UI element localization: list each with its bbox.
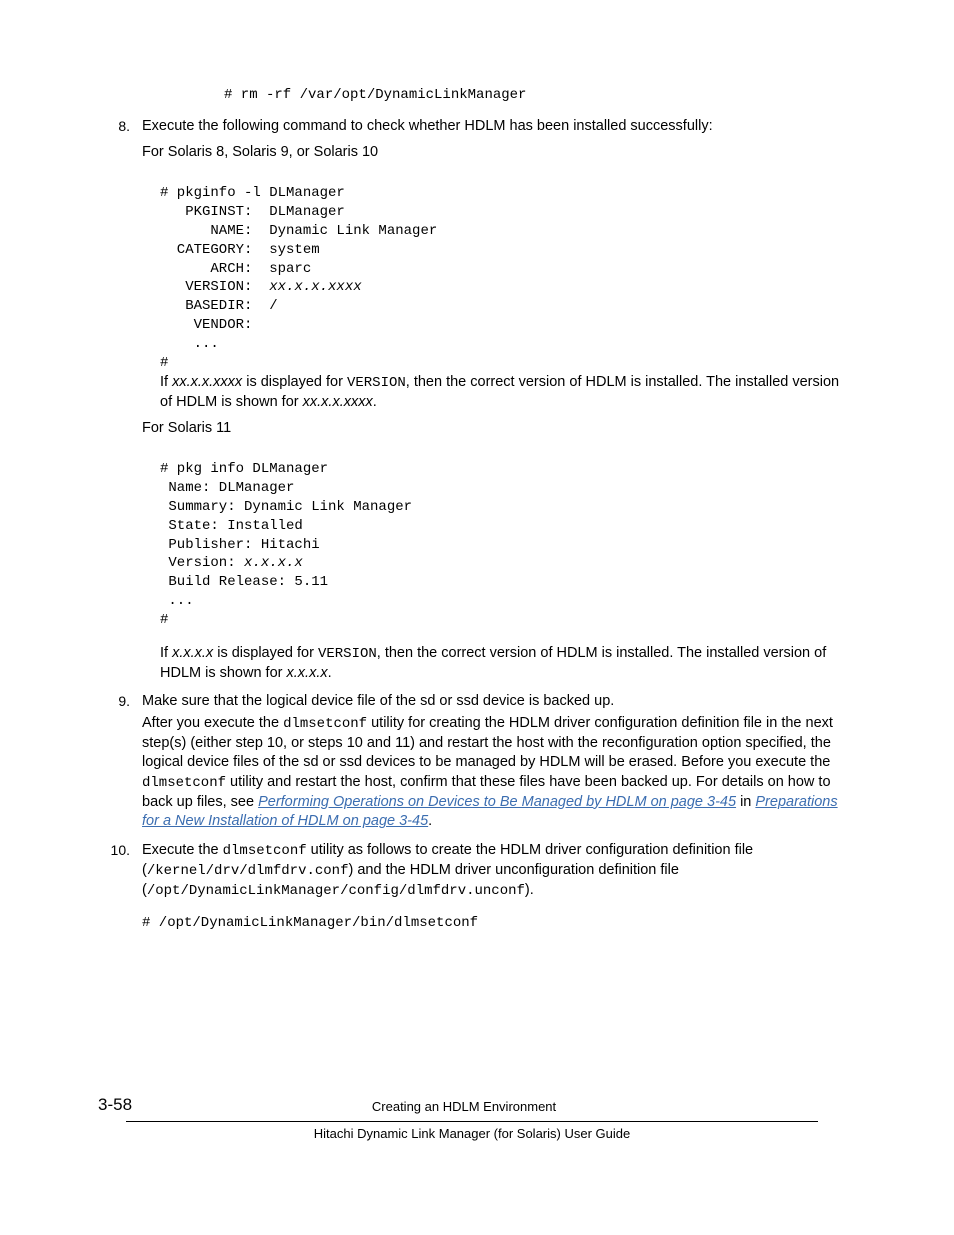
step-8-para11: If x.x.x.x is displayed for VERSION, the… <box>160 644 846 683</box>
step-9-body: Make sure that the logical device file o… <box>142 692 846 839</box>
link-performing-operations[interactable]: Performing Operations on Devices to Be M… <box>258 794 736 810</box>
page-number: 3-58 <box>98 1094 132 1117</box>
footer-divider <box>126 1121 818 1122</box>
step-9-number: 9. <box>98 692 142 839</box>
for-solaris-10-label: For Solaris 8, Solaris 9, or Solaris 10 <box>142 143 846 163</box>
footer-book-title: Hitachi Dynamic Link Manager (for Solari… <box>314 1126 630 1141</box>
page-content: # rm -rf /var/opt/DynamicLinkManager 8. … <box>0 0 954 1180</box>
step-10-body: Execute the dlmsetconf utility as follow… <box>142 841 846 933</box>
step-10-para: Execute the dlmsetconf utility as follow… <box>142 841 846 901</box>
step-8-para10: If xx.x.x.xxxx is displayed for VERSION,… <box>160 373 846 412</box>
step-8: 8. Execute the following command to chec… <box>98 117 846 691</box>
step-9-line1: Make sure that the logical device file o… <box>142 692 846 712</box>
footer-chapter-title: Creating an HDLM Environment <box>372 1099 556 1114</box>
for-solaris-11-label: For Solaris 11 <box>142 419 846 439</box>
page-footer: 3-58 Creating an HDLM Environment Hitach… <box>98 1094 846 1144</box>
code-rm: # rm -rf /var/opt/DynamicLinkManager <box>224 86 846 105</box>
code-pkginfo-solaris10: # pkginfo -l DLManager PKGINST: DLManage… <box>160 184 846 373</box>
step-10-number: 10. <box>98 841 142 933</box>
step-10: 10. Execute the dlmsetconf utility as fo… <box>98 841 846 933</box>
step-8-body: Execute the following command to check w… <box>142 117 846 691</box>
step-8-intro: Execute the following command to check w… <box>142 117 846 137</box>
step-9-para: After you execute the dlmsetconf utility… <box>142 714 846 832</box>
code-dlmsetconf: # /opt/DynamicLinkManager/bin/dlmsetconf <box>142 914 846 933</box>
step-9: 9. Make sure that the logical device fil… <box>98 692 846 839</box>
code-pkginfo-solaris11: # pkg info DLManager Name: DLManager Sum… <box>160 460 846 630</box>
step-8-number: 8. <box>98 117 142 691</box>
